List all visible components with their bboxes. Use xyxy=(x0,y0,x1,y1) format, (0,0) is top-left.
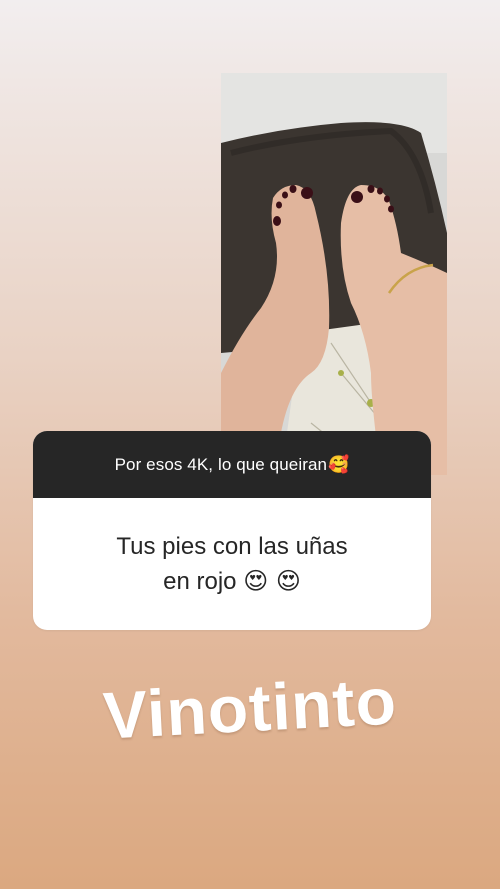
question-answer-area: Tus pies con las uñas en rojo 😍 😍 xyxy=(33,498,431,630)
story-screen: Por esos 4K, lo que queiran 🥰 Tus pies co… xyxy=(0,0,500,889)
heart-eyes-emoji-icon: 😍 😍 xyxy=(243,566,301,595)
story-photo xyxy=(221,73,447,475)
answer-text-line-2-text: en rojo xyxy=(163,567,244,595)
question-sticker[interactable]: Por esos 4K, lo que queiran 🥰 Tus pies co… xyxy=(33,431,431,630)
story-caption-text: Vinotinto xyxy=(101,663,399,753)
answer-text-line-1: Tus pies con las uñas xyxy=(116,532,348,560)
question-prompt-text: Por esos 4K, lo que queiran xyxy=(114,454,328,474)
question-prompt-bar: Por esos 4K, lo que queiran 🥰 xyxy=(33,431,431,498)
feet-photo-image xyxy=(221,73,447,475)
answer-text-line-2: en rojo 😍 😍 xyxy=(163,564,301,599)
smiling-hearts-emoji-icon: 🥰 xyxy=(328,454,350,475)
